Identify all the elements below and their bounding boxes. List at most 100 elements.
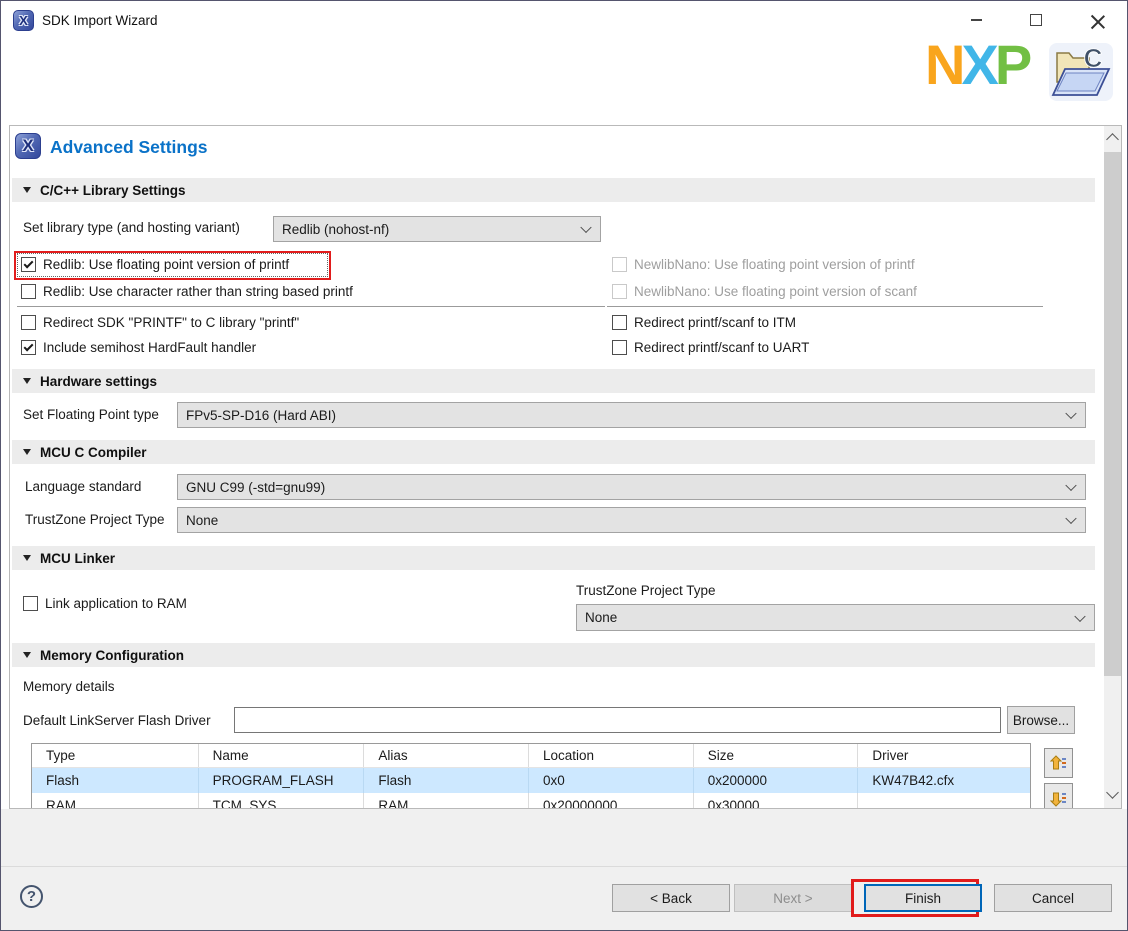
checkbox-redirect-itm[interactable] (612, 315, 627, 330)
sdk-import-wizard-window: X SDK Import Wizard NXP C X Advanced Set… (0, 0, 1128, 931)
cell-name: TCM_SYS (199, 793, 365, 809)
table-row-flash[interactable]: Flash PROGRAM_FLASH Flash 0x0 0x200000 K… (32, 768, 1030, 793)
cancel-button-label: Cancel (1032, 891, 1074, 906)
library-type-value: Redlib (nohost-nf) (282, 222, 389, 237)
col-header-driver: Driver (858, 744, 1030, 767)
nxp-letter-n: N (925, 33, 961, 96)
vertical-scrollbar[interactable] (1104, 126, 1121, 808)
next-button-label: Next > (773, 891, 812, 906)
checkbox-link-to-ram[interactable] (23, 596, 38, 611)
checkbox-newlibnano-scanf-label: NewlibNano: Use floating point version o… (634, 284, 917, 299)
back-button[interactable]: < Back (612, 884, 730, 912)
section-mcu-linker[interactable]: MCU Linker (12, 546, 1095, 570)
checkbox-link-to-ram-label: Link application to RAM (45, 596, 187, 611)
check-icon (24, 342, 34, 352)
memory-table: Type Name Alias Location Size Driver Fla… (31, 743, 1031, 809)
language-standard-value: GNU C99 (-std=gnu99) (186, 480, 325, 495)
language-standard-dropdown[interactable]: GNU C99 (-std=gnu99) (177, 474, 1086, 500)
collapse-triangle-icon (23, 187, 31, 193)
section-memory-configuration[interactable]: Memory Configuration (12, 643, 1095, 667)
browse-button-label: Browse... (1013, 713, 1069, 728)
help-icon: ? (27, 888, 36, 905)
linker-trustzone-value: None (585, 610, 617, 625)
checkbox-newlibnano-printf (612, 257, 627, 272)
move-row-down-button[interactable] (1044, 783, 1073, 809)
divider (17, 306, 605, 307)
help-button[interactable]: ? (20, 885, 43, 908)
section-hardware-settings[interactable]: Hardware settings (12, 369, 1095, 393)
col-header-alias: Alias (364, 744, 529, 767)
col-header-name: Name (199, 744, 365, 767)
checkbox-redlib-char-printf[interactable] (21, 284, 36, 299)
library-type-dropdown[interactable]: Redlib (nohost-nf) (273, 216, 601, 242)
maximize-button[interactable] (1020, 7, 1052, 33)
checkbox-redirect-uart-label: Redirect printf/scanf to UART (634, 340, 809, 355)
close-button[interactable] (1082, 7, 1114, 33)
page-icon-letter: X (22, 136, 33, 156)
folder-c-icon: C (1047, 39, 1115, 106)
arrow-up-icon (1050, 755, 1067, 772)
checkbox-redlib-float-printf[interactable] (21, 257, 36, 272)
scrollbar-thumb[interactable] (1104, 152, 1121, 676)
back-button-label: < Back (650, 891, 692, 906)
cell-alias: Flash (364, 768, 529, 793)
collapse-triangle-icon (23, 555, 31, 561)
cell-driver (858, 793, 1030, 809)
maximize-icon (1030, 14, 1042, 26)
cell-type: Flash (32, 768, 199, 793)
linker-trustzone-dropdown[interactable]: None (576, 604, 1095, 631)
finish-button[interactable]: Finish (864, 884, 982, 912)
language-standard-label: Language standard (25, 479, 141, 494)
cell-location: 0x20000000 (529, 793, 694, 809)
chevron-down-icon (1065, 480, 1076, 491)
checkbox-redlib-float-printf-label: Redlib: Use floating point version of pr… (43, 257, 289, 272)
trustzone-type-value: None (186, 513, 218, 528)
memory-table-header: Type Name Alias Location Size Driver (32, 744, 1030, 768)
close-icon (1091, 13, 1105, 27)
checkbox-redirect-uart[interactable] (612, 340, 627, 355)
nxp-letter-x: X (961, 33, 994, 96)
library-type-label: Set library type (and hosting variant) (23, 220, 240, 235)
col-header-type: Type (32, 744, 199, 767)
section-hardware-settings-title: Hardware settings (40, 374, 157, 389)
check-icon (24, 259, 34, 269)
checkbox-redirect-sdk-printf[interactable] (21, 315, 36, 330)
chevron-down-icon (580, 222, 591, 233)
checkbox-semihost-hardfault[interactable] (21, 340, 36, 355)
cancel-button[interactable]: Cancel (994, 884, 1112, 912)
finish-button-label: Finish (905, 891, 941, 906)
linker-trustzone-label: TrustZone Project Type (576, 583, 716, 598)
minimize-button[interactable] (960, 7, 992, 33)
cell-size: 0x200000 (694, 768, 859, 793)
minimize-icon (971, 19, 982, 21)
browse-button[interactable]: Browse... (1007, 706, 1075, 734)
next-button: Next > (734, 884, 852, 912)
wizard-content-panel: X Advanced Settings C/C++ Library Settin… (9, 125, 1122, 809)
checkbox-redlib-char-printf-label: Redlib: Use character rather than string… (43, 284, 353, 299)
app-icon: X (13, 10, 34, 31)
footer-bar: ? < Back Next > Finish Cancel (1, 809, 1127, 930)
fpu-type-dropdown[interactable]: FPv5-SP-D16 (Hard ABI) (177, 402, 1086, 428)
section-library-settings-title: C/C++ Library Settings (40, 183, 186, 198)
section-memory-configuration-title: Memory Configuration (40, 648, 184, 663)
app-icon-letter: X (19, 13, 28, 28)
trustzone-type-dropdown[interactable]: None (177, 507, 1086, 533)
page-icon: X (15, 133, 41, 159)
flash-driver-input[interactable] (234, 707, 1001, 733)
chevron-down-icon (1074, 610, 1085, 621)
col-header-size: Size (694, 744, 859, 767)
section-mcu-c-compiler[interactable]: MCU C Compiler (12, 440, 1095, 464)
window-title: SDK Import Wizard (42, 13, 158, 28)
scroll-up-icon[interactable] (1106, 133, 1119, 146)
flash-driver-label: Default LinkServer Flash Driver (23, 713, 211, 728)
cell-size: 0x30000 (694, 793, 859, 809)
checkbox-newlibnano-scanf (612, 284, 627, 299)
table-row-ram[interactable]: RAM TCM_SYS RAM 0x20000000 0x30000 (32, 793, 1030, 809)
move-row-up-button[interactable] (1044, 748, 1073, 778)
checkbox-redirect-itm-label: Redirect printf/scanf to ITM (634, 315, 796, 330)
chevron-down-icon (1065, 513, 1076, 524)
scroll-down-icon[interactable] (1106, 786, 1119, 799)
section-library-settings[interactable]: C/C++ Library Settings (12, 178, 1095, 202)
section-mcu-c-compiler-title: MCU C Compiler (40, 445, 147, 460)
arrow-down-icon (1050, 790, 1067, 807)
